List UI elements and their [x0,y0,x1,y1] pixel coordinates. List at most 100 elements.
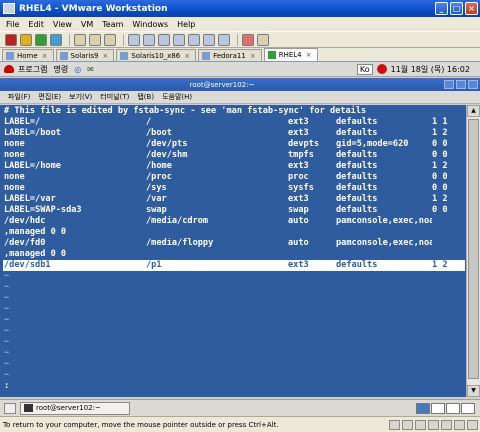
tab-label: Fedora11 [213,51,246,60]
tab-label: Solaris9 [70,51,99,60]
vi-empty-line-tilde: ~ [4,304,10,314]
message-log-icon[interactable] [467,419,478,430]
toolbar-separator [69,33,70,46]
terminal-minimize-button[interactable] [444,80,454,89]
snapshot-icon[interactable] [74,33,86,46]
floppy-icon[interactable] [415,419,426,430]
fstab-row: /dev/fd0/media/floppy auto pamconsole,exec… [4,238,432,248]
tab-solaris9[interactable]: Solaris9 × [55,49,115,61]
input-method-indicator[interactable]: Ko [356,63,373,75]
menu-vm[interactable]: VM [81,20,93,29]
terminal-titlebar: root@server102:~ [0,78,480,91]
hard-disk-icon[interactable] [389,419,400,430]
terminal-title: root@server102:~ [189,80,255,89]
tab-fedora11[interactable]: Fedora11 × [198,49,262,61]
vi-empty-line-tilde: ~ [4,271,10,281]
tab-solaris10-x86[interactable]: Solaris10_x86 × [116,49,197,61]
toolbar-separator [123,33,124,46]
maximize-button[interactable]: □ [450,2,463,15]
show-desktop-icon[interactable] [4,402,16,414]
thumbnail-icon[interactable] [218,33,230,46]
terminal-menu-help[interactable]: 도움말(H) [162,92,192,102]
close-tab-icon[interactable]: × [102,52,108,60]
scroll-thumb[interactable] [468,119,479,379]
applications-menu[interactable]: 프로그램 [18,64,47,75]
sidebar-icon[interactable] [128,33,140,46]
fstab-row: /dev/hdc/media/cdrom auto pamconsole,exec,… [4,216,432,226]
terminal-maximize-button[interactable] [456,80,466,89]
redhat-icon[interactable] [4,65,14,73]
terminal-output[interactable]: # This file is edited by fstab-sync - se… [0,105,466,397]
fstab-row: LABEL=SWAP-sda3 swap swap defaults 0 0 [4,205,448,215]
fstab-row: none/sys sysfs defaults 0 0 [4,183,448,193]
fstab-row: LABEL=/boot/boot ext3 defaults 1 2 [4,128,448,138]
terminal-scrollbar[interactable]: ▲ ▼ [466,105,480,397]
close-tab-icon[interactable]: × [184,52,190,60]
menu-file[interactable]: File [6,20,19,29]
menu-team[interactable]: Team [102,20,123,29]
window-titlebar: RHEL4 - VMware Workstation _ □ × [0,0,480,17]
suspend-icon[interactable] [20,33,32,46]
scroll-up-arrow-icon[interactable]: ▲ [467,105,480,117]
power-off-icon[interactable] [5,33,17,46]
workspace-2[interactable] [431,402,445,414]
usb-icon[interactable] [441,419,452,430]
console-icon[interactable] [173,33,185,46]
terminal-menu-terminal[interactable]: 터미널(T) [100,92,129,102]
reset-icon[interactable] [50,33,62,46]
email-icon[interactable]: ✉ [87,65,94,74]
terminal-close-button[interactable] [468,80,478,89]
update-alert-icon[interactable] [376,64,387,74]
close-button[interactable]: × [465,2,478,15]
vi-empty-line-tilde: ~ [4,359,10,369]
menu-view[interactable]: View [53,20,72,29]
terminal-menu-view[interactable]: 보기(V) [69,92,92,102]
menu-bar: File Edit View VM Team Windows Help [0,17,480,31]
fstab-row: LABEL=// ext3 defaults 1 1 [4,117,448,127]
close-tab-icon[interactable]: × [306,51,312,59]
terminal-menu-file[interactable]: 파일(F) [8,92,30,102]
fstab-row: LABEL=/var/var ext3 defaults 1 2 [4,194,448,204]
preferences-icon[interactable] [257,33,269,46]
full-screen-icon[interactable] [188,33,200,46]
wrapped-line: ,managed 0 0 [4,227,67,237]
revert-snapshot-icon[interactable] [89,33,101,46]
scroll-down-arrow-icon[interactable]: ▼ [467,385,480,397]
vi-empty-line-tilde: ~ [4,293,10,303]
workspace-4[interactable] [461,402,475,414]
panel-clock[interactable]: 11월 18일 (목) 16:02 [391,64,470,75]
vmware-statusbar: To return to your computer, move the mou… [0,416,480,432]
minimize-button[interactable]: _ [435,2,448,15]
workspace-3[interactable] [446,402,460,414]
fstab-header-comment: # This file is edited by fstab-sync - se… [4,106,367,116]
fstab-row: none/dev/shm tmpfs defaults 0 0 [4,150,448,160]
tab-rhel4[interactable]: RHEL4 × [263,48,318,61]
workspace-1[interactable] [416,402,430,414]
sound-icon[interactable] [454,419,465,430]
actions-menu[interactable]: 명령 [53,64,68,75]
close-tab-icon[interactable]: × [250,52,256,60]
unity-icon[interactable] [203,33,215,46]
wrapped-line: ,managed 0 0 [4,249,67,259]
team-icon[interactable] [242,33,254,46]
menu-windows[interactable]: Windows [132,20,168,29]
snapshot-manager-icon[interactable] [104,33,116,46]
power-on-icon[interactable] [35,33,47,46]
menu-help[interactable]: Help [177,20,195,29]
close-tab-icon[interactable]: × [42,52,48,60]
cdrom-icon[interactable] [402,419,413,430]
network-icon[interactable] [428,419,439,430]
vi-command-line: : [4,381,10,391]
vm-running-icon [267,51,276,59]
status-message: To return to your computer, move the mou… [3,420,279,429]
vm-icon [59,51,68,60]
fstab-row-highlighted: /dev/sdb1/p1 ext3 defaults 1 2 [3,260,465,271]
quick-switch-icon[interactable] [143,33,155,46]
summary-icon[interactable] [158,33,170,46]
menu-edit[interactable]: Edit [28,20,44,29]
browser-icon[interactable]: ◎ [74,65,81,74]
taskbar-item-terminal[interactable]: root@server102:~ [20,401,130,415]
terminal-menu-edit[interactable]: 편집(E) [38,92,61,102]
tab-home[interactable]: Home × [2,49,54,61]
terminal-menu-tabs[interactable]: 탭(B) [137,92,154,102]
